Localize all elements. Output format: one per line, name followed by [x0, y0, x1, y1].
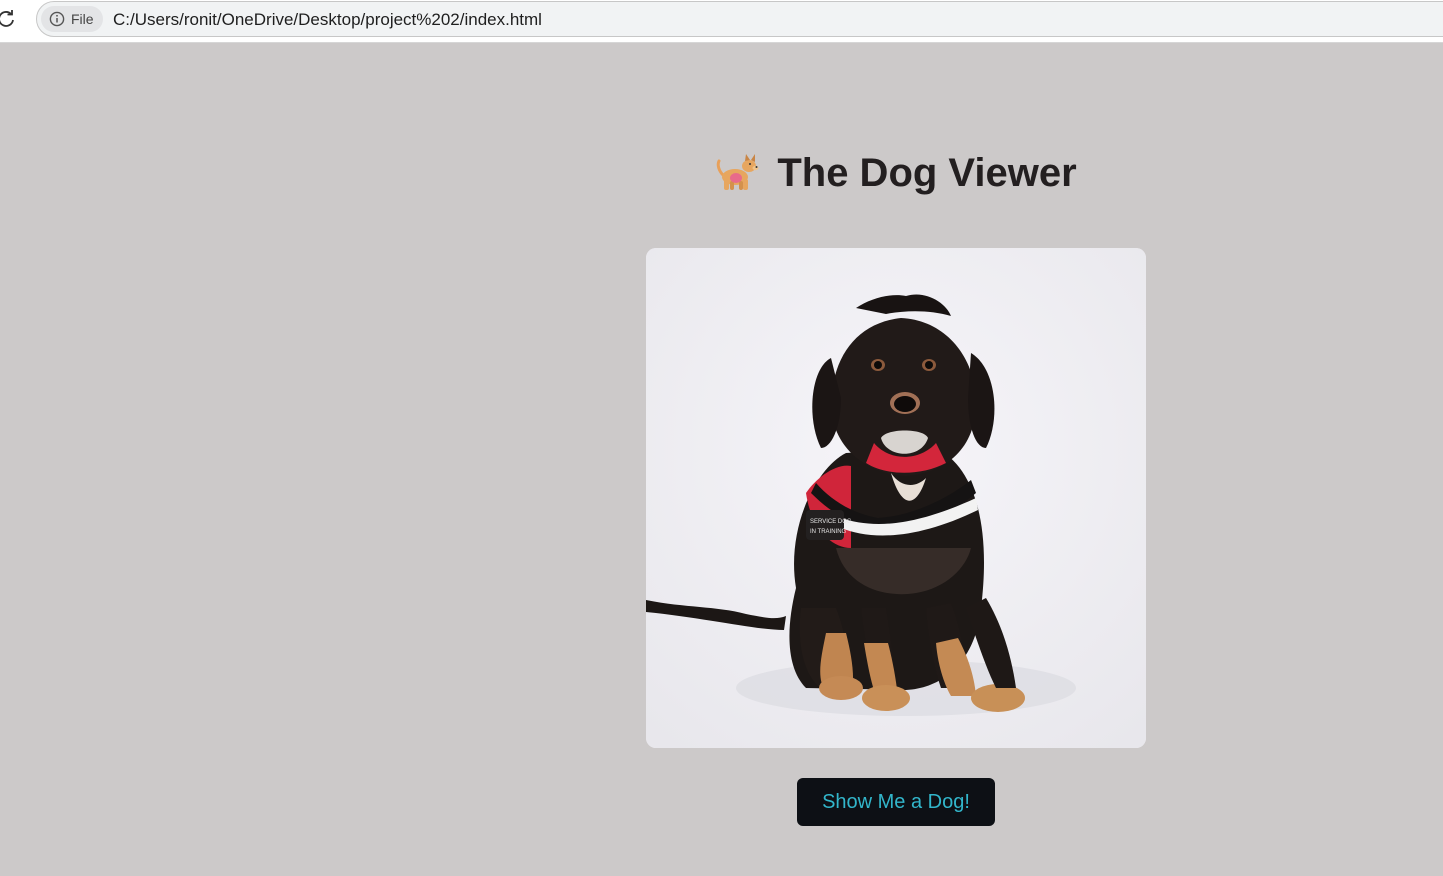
browser-toolbar: File C:/Users/ronit/OneDrive/Desktop/pro…: [0, 0, 1443, 43]
info-icon: [49, 11, 65, 27]
show-dog-button[interactable]: Show Me a Dog!: [797, 778, 995, 826]
page-title: The Dog Viewer: [777, 150, 1077, 195]
site-info-chip[interactable]: File: [41, 6, 103, 32]
page-header: The Dog Viewer: [646, 146, 1146, 200]
site-info-label: File: [71, 11, 94, 27]
dog-emoji-icon: [717, 154, 759, 190]
svg-text:IN TRAINING: IN TRAINING: [810, 529, 847, 535]
dog-image: SERVICE DOG IN TRAINING: [646, 248, 1146, 748]
dog-photo: SERVICE DOG IN TRAINING: [646, 248, 1146, 748]
svg-text:SERVICE DOG: SERVICE DOG: [810, 519, 852, 525]
url-text[interactable]: C:/Users/ronit/OneDrive/Desktop/project%…: [113, 10, 542, 30]
address-bar[interactable]: File C:/Users/ronit/OneDrive/Desktop/pro…: [36, 1, 1443, 37]
reload-icon[interactable]: [0, 9, 16, 29]
